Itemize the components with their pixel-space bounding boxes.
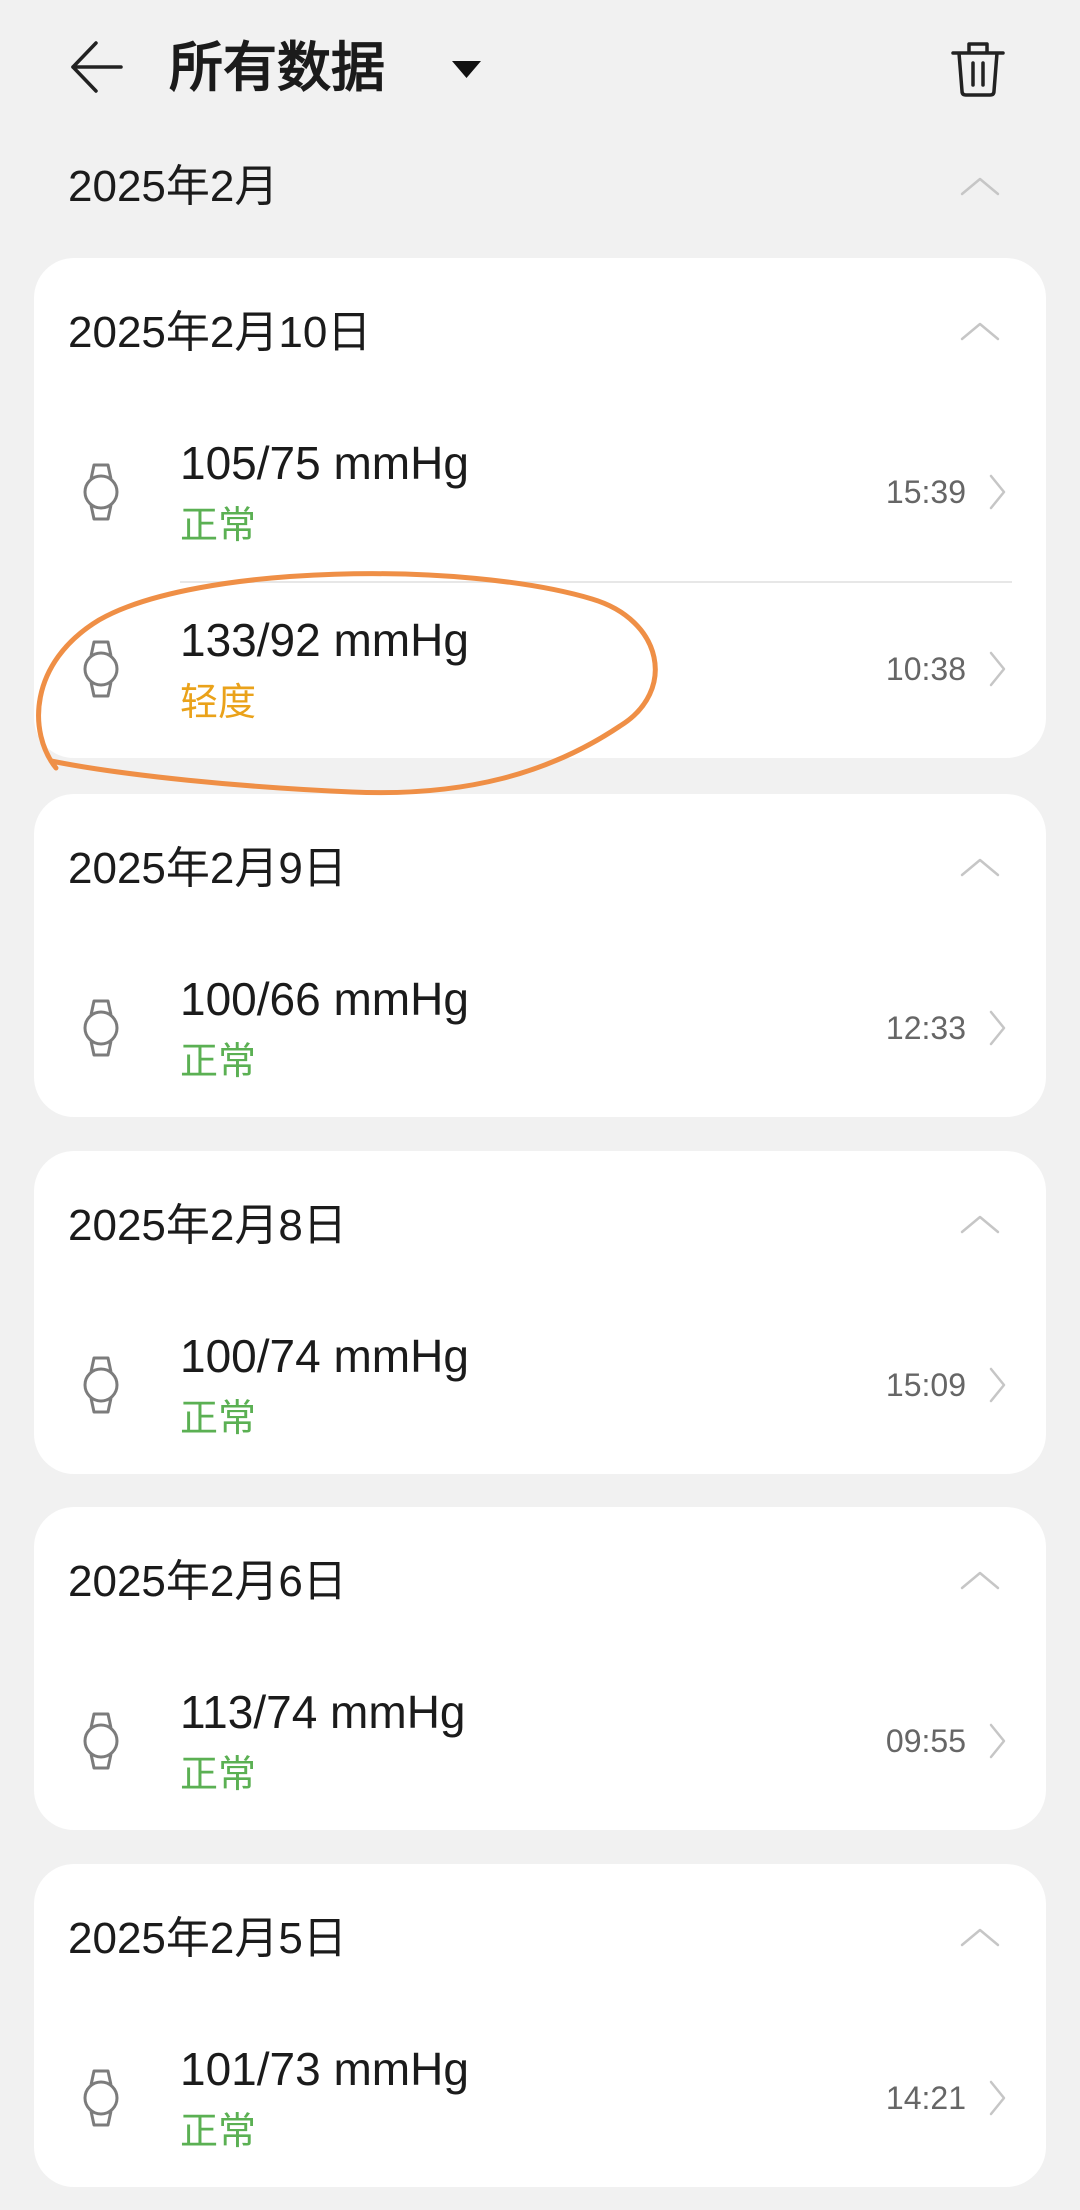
blood-pressure-records-screen: 所有数据 2025年2月 2025年2月10日 105/75 mmHg 正常 1…: [0, 0, 1080, 2210]
day-date: 2025年2月8日: [68, 1201, 347, 1250]
chevron-up-icon: [960, 177, 1000, 196]
day-date: 2025年2月9日: [68, 844, 347, 893]
status-label: 轻度: [180, 682, 257, 724]
blood-pressure-value: 101/73 mmHg: [180, 2043, 469, 2095]
chevron-right-icon: [989, 1010, 1006, 1046]
page-title: 所有数据: [169, 38, 385, 98]
watch-icon: [83, 1712, 119, 1770]
status-label: 正常: [180, 1041, 257, 1083]
status-label: 正常: [180, 505, 257, 547]
day-header[interactable]: 2025年2月10日: [34, 258, 1046, 404]
day-date: 2025年2月10日: [68, 308, 372, 357]
record-time: 15:09: [885, 1367, 966, 1403]
day-header[interactable]: 2025年2月6日: [34, 1507, 1046, 1653]
record-time: 10:38: [885, 651, 966, 687]
trash-icon: [951, 42, 1005, 97]
record-time: 12:33: [885, 1010, 966, 1046]
watch-icon: [83, 2069, 119, 2127]
blood-pressure-value: 100/66 mmHg: [180, 973, 469, 1025]
record-row[interactable]: 100/66 mmHg 正常 12:33: [34, 940, 1046, 1117]
dropdown-triangle-icon: [452, 61, 481, 78]
chevron-up-icon: [960, 1928, 1000, 1947]
blood-pressure-value: 113/74 mmHg: [180, 1686, 466, 1738]
chevron-right-icon: [989, 474, 1006, 510]
chevron-right-icon: [989, 1367, 1006, 1403]
record-time: 14:21: [885, 2080, 966, 2116]
record-time: 09:55: [885, 1723, 966, 1759]
month-header[interactable]: 2025年2月: [0, 140, 1080, 232]
chevron-up-icon: [960, 858, 1000, 877]
month-label: 2025年2月: [68, 162, 279, 211]
blood-pressure-value: 100/74 mmHg: [180, 1330, 469, 1382]
status-label: 正常: [180, 2111, 257, 2153]
day-card: 2025年2月9日 100/66 mmHg 正常 12:33: [34, 794, 1046, 1117]
watch-icon: [83, 463, 119, 521]
record-row[interactable]: 133/92 mmHg 轻度 10:38: [34, 581, 1046, 758]
chevron-right-icon: [989, 1723, 1006, 1759]
status-label: 正常: [180, 1398, 257, 1440]
chevron-up-icon: [960, 1215, 1000, 1234]
record-row[interactable]: 113/74 mmHg 正常 09:55: [34, 1653, 1046, 1830]
back-arrow-icon: [71, 41, 123, 93]
watch-icon: [83, 999, 119, 1057]
day-header[interactable]: 2025年2月9日: [34, 794, 1046, 940]
day-card: 2025年2月8日 100/74 mmHg 正常 15:09: [34, 1151, 1046, 1474]
chevron-up-icon: [960, 322, 1000, 341]
back-button[interactable]: [68, 40, 128, 96]
blood-pressure-value: 133/92 mmHg: [180, 614, 469, 666]
record-row[interactable]: 101/73 mmHg 正常 14:21: [34, 2010, 1046, 2187]
blood-pressure-value: 105/75 mmHg: [180, 437, 469, 489]
status-label: 正常: [180, 1754, 257, 1796]
record-time: 15:39: [885, 474, 966, 510]
watch-icon: [83, 640, 119, 698]
record-row[interactable]: 100/74 mmHg 正常 15:09: [34, 1297, 1046, 1474]
data-range-dropdown[interactable]: 所有数据: [160, 30, 500, 106]
watch-icon: [83, 1356, 119, 1414]
delete-button[interactable]: [950, 40, 1010, 100]
chevron-right-icon: [989, 651, 1006, 687]
divider: [180, 581, 1012, 583]
day-header[interactable]: 2025年2月8日: [34, 1151, 1046, 1297]
day-card: 2025年2月5日 101/73 mmHg 正常 14:21: [34, 1864, 1046, 2187]
day-card: 2025年2月10日 105/75 mmHg 正常 15:39 133/92 m…: [34, 258, 1046, 758]
day-card: 2025年2月6日 113/74 mmHg 正常 09:55: [34, 1507, 1046, 1830]
day-date: 2025年2月5日: [68, 1914, 347, 1963]
record-row[interactable]: 105/75 mmHg 正常 15:39: [34, 404, 1046, 581]
chevron-up-icon: [960, 1571, 1000, 1590]
day-header[interactable]: 2025年2月5日: [34, 1864, 1046, 2010]
day-date: 2025年2月6日: [68, 1557, 347, 1606]
chevron-right-icon: [989, 2080, 1006, 2116]
